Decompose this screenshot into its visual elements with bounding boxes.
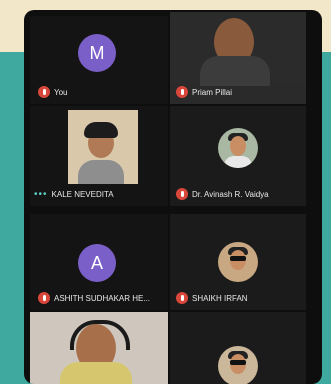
mic-muted-icon	[38, 86, 50, 98]
video-call-grid: M You Priam Pillai ••• KALE NEVEDITA Dr.…	[24, 10, 322, 384]
avatar-you: M	[78, 34, 116, 72]
participant-name: KALE NEVEDITA	[51, 190, 114, 199]
avatar-ashith: A	[78, 244, 116, 282]
participant-tile-avinash-vaidya[interactable]: Dr. Avinash R. Vaidya	[170, 106, 306, 206]
participant-name: You	[54, 87, 68, 97]
participant-tile-priam-pillai[interactable]: Priam Pillai	[170, 12, 306, 104]
participant-tile-photo-bottom-right[interactable]	[170, 312, 306, 384]
participant-tile-ashith-sudhakar[interactable]: A ASHITH SUDHAKAR HE...	[30, 214, 168, 310]
participant-photo	[218, 346, 258, 384]
participant-photo	[218, 128, 258, 168]
participant-tile-shaikh-irfan[interactable]: SHAIKH IRFAN	[170, 214, 306, 310]
participant-name: ASHITH SUDHAKAR HE...	[54, 293, 151, 303]
mic-muted-icon	[176, 86, 188, 98]
participant-name: Priam Pillai	[192, 87, 233, 97]
participant-tile-video-bottom-left[interactable]	[30, 312, 168, 384]
participant-tile-kale-nevedita[interactable]: ••• KALE NEVEDITA	[30, 106, 168, 206]
participant-tile-you[interactable]: M You	[30, 16, 168, 104]
participant-video	[170, 12, 306, 86]
participant-video	[68, 110, 138, 184]
mic-muted-icon	[176, 188, 188, 200]
mic-muted-icon	[38, 292, 50, 304]
participant-photo	[218, 242, 258, 282]
avatar-initial: M	[89, 42, 105, 63]
participant-name: SHAIKH IRFAN	[192, 293, 248, 303]
avatar-initial: A	[90, 252, 103, 273]
participant-name: Dr. Avinash R. Vaidya	[192, 189, 269, 199]
more-options-icon[interactable]: •••	[34, 189, 48, 200]
mic-muted-icon	[176, 292, 188, 304]
background-left	[0, 52, 26, 384]
